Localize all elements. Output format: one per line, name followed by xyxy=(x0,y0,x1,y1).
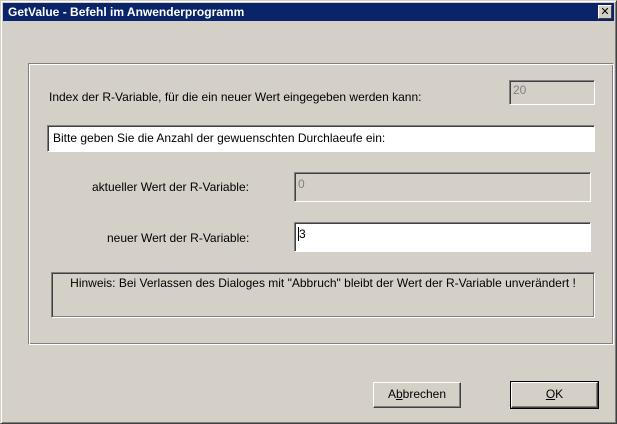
index-value: 20 xyxy=(513,83,527,97)
cancel-button[interactable]: Abbrechen xyxy=(373,382,461,408)
ok-accelerator: O xyxy=(545,387,556,401)
close-icon: ✕ xyxy=(600,6,610,18)
window-title: GetValue - Befehl im Anwenderprogramm xyxy=(8,5,245,19)
cancel-label-post: brechen xyxy=(402,387,447,401)
ok-label-post: K xyxy=(555,387,564,401)
cancel-label-pre: A xyxy=(387,387,396,401)
hint-box: Hinweis: Bei Verlassen des Dialoges mit … xyxy=(51,272,595,318)
prompt-text: Bitte geben Sie die Anzahl der gewuensch… xyxy=(53,131,386,145)
index-label: Index der R-Variable, für die ein neuer … xyxy=(49,90,422,104)
close-button[interactable]: ✕ xyxy=(598,5,612,19)
hint-text: Hinweis: Bei Verlassen des Dialoges mit … xyxy=(70,276,576,290)
current-value: 0 xyxy=(298,177,305,191)
prompt-text-box: Bitte geben Sie die Anzahl der gewuensch… xyxy=(47,125,595,152)
current-value-field: 0 xyxy=(294,172,591,202)
new-value: 3 xyxy=(299,227,306,241)
index-field: 20 xyxy=(509,80,595,105)
title-bar[interactable]: GetValue - Befehl im Anwenderprogramm ✕ xyxy=(3,3,614,21)
current-value-label: aktueller Wert der R-Variable: xyxy=(92,180,249,194)
ok-button[interactable]: OK xyxy=(510,381,599,409)
cancel-accelerator: b xyxy=(395,387,403,401)
new-value-input[interactable]: 3 xyxy=(294,222,591,252)
getvalue-dialog: GetValue - Befehl im Anwenderprogramm ✕ … xyxy=(0,0,617,424)
new-value-label: neuer Wert der R-Variable: xyxy=(107,231,250,245)
